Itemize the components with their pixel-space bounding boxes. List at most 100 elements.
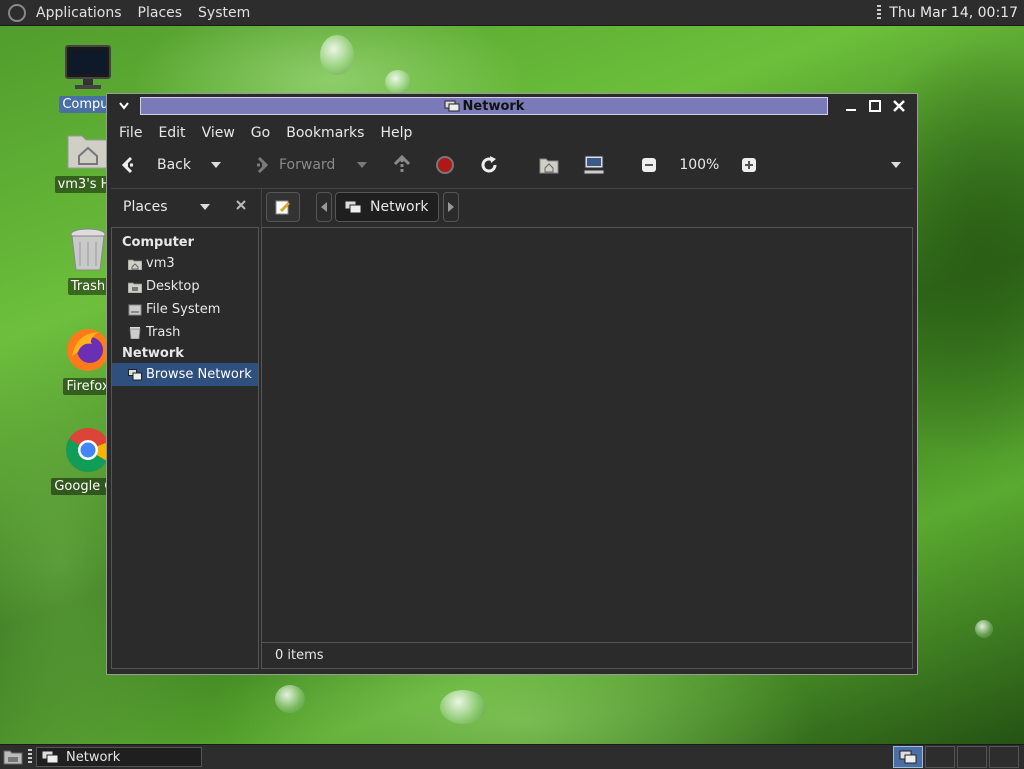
sidebar-item-browse-network[interactable]: Browse Network [112, 363, 258, 386]
sidebar-item-vm3[interactable]: vm3 [112, 252, 258, 275]
edit-icon [275, 200, 290, 215]
home-folder-icon [539, 158, 559, 174]
sidebar-item-desktop[interactable]: Desktop [112, 275, 258, 298]
toolbar-overflow-button[interactable] [885, 150, 913, 180]
sidebar-heading-network: Network [122, 346, 184, 361]
sidebar-item-label: vm3 [146, 256, 175, 271]
window-title: Network [462, 98, 525, 114]
menubar: File Edit View Go Bookmarks Help [111, 122, 420, 144]
drive-icon [128, 304, 142, 315]
clock[interactable]: Thu Mar 14, 00:17 [889, 5, 1018, 21]
wallpaper-drop [320, 35, 354, 75]
network-icon [128, 368, 142, 380]
zoom-out-icon [642, 158, 657, 172]
chevron-down-icon [357, 162, 368, 168]
sidebar-item-label: Browse Network [146, 367, 252, 382]
close-icon [236, 200, 246, 210]
back-button[interactable]: Back [111, 150, 197, 180]
workspace-window-icon [899, 750, 917, 764]
firefox-icon [67, 329, 109, 371]
home-button[interactable] [505, 150, 565, 180]
wallpaper-drop [385, 70, 411, 94]
zoom-level[interactable]: 100% [663, 150, 725, 180]
maximize-button[interactable] [866, 97, 884, 115]
zoom-out-button[interactable] [611, 150, 663, 180]
network-icon [41, 750, 59, 764]
menu-edit[interactable]: Edit [150, 125, 193, 141]
forward-label: Forward [279, 157, 336, 173]
close-button[interactable] [890, 97, 908, 115]
network-icon [344, 200, 362, 214]
forward-history-dropdown[interactable] [341, 150, 373, 180]
sidebar-item-file-system[interactable]: File System [112, 298, 258, 321]
sidebar-item-label: Trash [146, 325, 181, 340]
path-button-network[interactable]: Network [335, 192, 439, 222]
zoom-in-icon [742, 158, 757, 172]
workspace-3[interactable] [957, 746, 987, 768]
home-icon [128, 259, 142, 270]
computer-icon [65, 45, 111, 89]
minimize-button[interactable] [842, 97, 860, 115]
wallpaper-drop [440, 690, 486, 724]
window-title-strip[interactable]: Network [140, 97, 828, 115]
up-arrow-icon [394, 155, 411, 173]
file-manager-window: Network File Edit View Go Bookmarks Help… [106, 93, 918, 675]
path-scroll-left-button[interactable] [316, 192, 332, 222]
network-icon [444, 100, 460, 111]
menu-bookmarks[interactable]: Bookmarks [278, 125, 372, 141]
chevron-down-icon [891, 162, 901, 168]
up-button[interactable] [373, 150, 417, 180]
system-menu[interactable]: System [190, 5, 258, 21]
workspace-4[interactable] [989, 746, 1019, 768]
show-desktop-button[interactable] [3, 748, 23, 769]
zoom-value: 100% [679, 157, 720, 173]
window-titlebar[interactable]: Network [107, 94, 917, 118]
menu-view[interactable]: View [194, 125, 243, 141]
back-history-dropdown[interactable] [197, 150, 227, 180]
chrome-icon [66, 428, 110, 472]
workspace-2[interactable] [925, 746, 955, 768]
workspace-switcher[interactable] [893, 746, 923, 768]
toolbar: Back Forward 100% [111, 148, 913, 182]
stop-button[interactable] [417, 150, 461, 180]
file-view[interactable]: 0 items [261, 227, 913, 669]
toggle-location-entry-button[interactable] [266, 192, 300, 222]
sidebar-heading-computer: Computer [122, 235, 195, 250]
zoom-in-button[interactable] [725, 150, 763, 180]
chevron-left-icon [321, 202, 327, 212]
sidebar-item-label: File System [146, 302, 221, 317]
chevron-down-icon [211, 162, 221, 168]
menu-file[interactable]: File [111, 125, 150, 141]
taskbar-handle-icon[interactable] [28, 749, 32, 765]
forward-button[interactable]: Forward [227, 150, 341, 180]
applications-menu[interactable]: Applications [28, 5, 130, 21]
desktop-label: Trash [67, 278, 109, 295]
location-bar: Places Network [111, 188, 913, 227]
forward-arrow-icon [257, 156, 269, 174]
show-desktop-icon [3, 750, 23, 765]
path-scroll-right-button[interactable] [443, 192, 459, 222]
menu-go[interactable]: Go [243, 125, 278, 141]
sidebar-close-button[interactable] [235, 199, 247, 215]
stop-icon [436, 156, 455, 174]
places-menu[interactable]: Places [130, 5, 191, 21]
sidebar-selector[interactable]: Places [123, 193, 253, 221]
app-menu-logo-icon[interactable] [8, 3, 26, 22]
computer-button[interactable] [565, 150, 611, 180]
places-sidebar: Computer vm3 Desktop File System Trash N… [111, 227, 259, 669]
reload-button[interactable] [461, 150, 505, 180]
wallpaper-drop [975, 620, 993, 638]
window-menu-chevron-down-icon[interactable] [115, 97, 133, 115]
bottom-panel: Network [0, 744, 1024, 769]
computer-icon [583, 155, 605, 175]
menu-help[interactable]: Help [372, 125, 420, 141]
wallpaper-drop [275, 685, 305, 713]
home-folder-icon [67, 135, 109, 169]
taskbar-item-label: Network [66, 749, 121, 765]
status-text: 0 items [275, 648, 324, 663]
taskbar-item-network[interactable]: Network [36, 747, 202, 767]
back-arrow-icon [121, 156, 133, 174]
sidebar-item-trash[interactable]: Trash [112, 321, 258, 344]
panel-handle-icon[interactable] [877, 4, 882, 21]
top-panel: Applications Places System Thu Mar 14, 0… [0, 0, 1024, 26]
